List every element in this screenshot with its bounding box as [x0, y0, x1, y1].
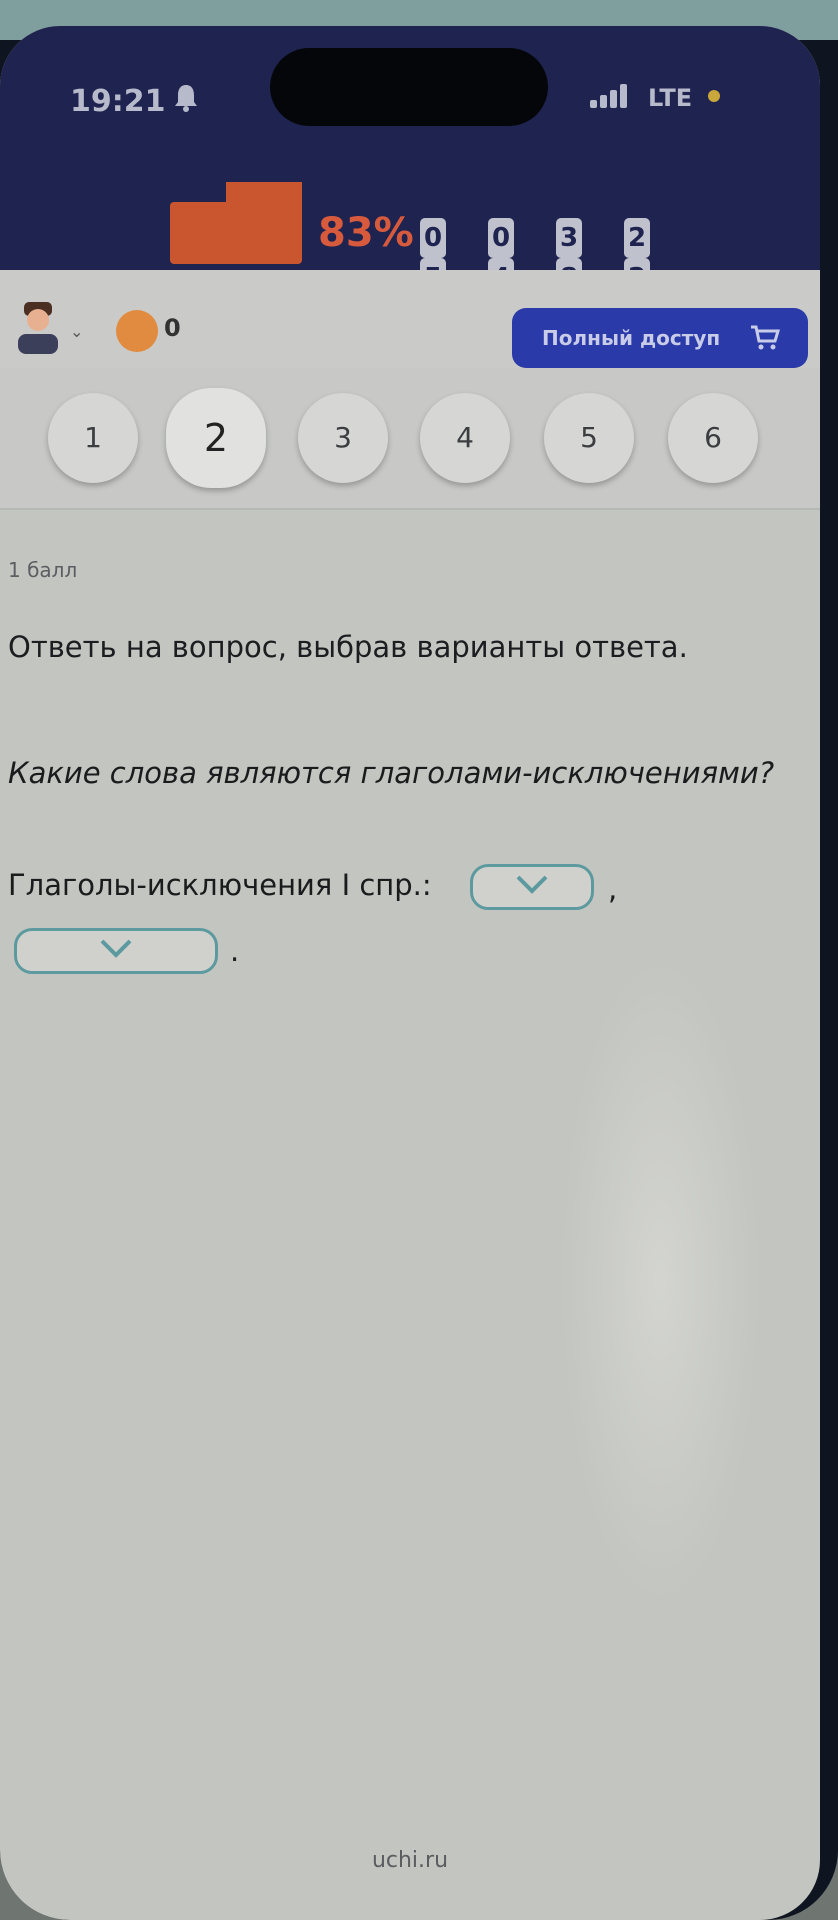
chevron-down-icon [516, 875, 548, 894]
coin-count: 0 [164, 314, 181, 342]
phone-frame: 19:21 LTE 83% 0 5 0 4 [0, 0, 838, 1920]
question-button-6[interactable]: 6 [668, 393, 758, 483]
screen: 19:21 LTE 83% 0 5 0 4 [0, 26, 820, 1920]
promo-badge[interactable] [170, 182, 302, 264]
question-button-2[interactable]: 2 [166, 388, 266, 488]
question-button-4[interactable]: 4 [420, 393, 510, 483]
status-time: 19:21 [70, 84, 166, 119]
network-label: LTE [648, 84, 693, 112]
timer-digit: 3 [556, 218, 582, 258]
bell-icon [175, 85, 197, 112]
screen-glare [560, 956, 760, 1606]
footer-site: uchi.ru [371, 1848, 449, 1873]
coin-icon [116, 310, 158, 352]
end-period: . [230, 934, 240, 968]
question-button-3[interactable]: 3 [298, 393, 388, 483]
question-text: Какие слова являются глаголами-исключени… [8, 756, 775, 790]
signal-icon [590, 82, 630, 108]
question-button-5[interactable]: 5 [544, 393, 634, 483]
full-access-label: Полный доступ [542, 326, 721, 350]
answer-label: Глаголы-исключения I спр.: [8, 868, 432, 902]
full-access-button[interactable]: Полный доступ [512, 308, 808, 368]
separator-comma: , [608, 872, 618, 906]
promo-percent: 83% [318, 210, 414, 256]
question-navigation: 1 2 3 4 5 6 [0, 368, 820, 510]
dynamic-island [270, 48, 548, 126]
indicator-dot [708, 90, 720, 102]
top-banner: 19:21 LTE 83% 05 04 [0, 26, 820, 298]
timer-digit: 0 [420, 218, 446, 258]
cart-icon [751, 325, 780, 350]
task-instruction: Ответь на вопрос, выбрав варианты ответа… [8, 630, 688, 664]
chevron-down-icon [100, 939, 132, 958]
answer-dropdown-2[interactable] [14, 928, 218, 974]
chevron-down-icon[interactable]: ⌄ [70, 322, 83, 341]
question-button-1[interactable]: 1 [48, 393, 138, 483]
points-label: 1 балл [8, 558, 78, 582]
answer-dropdown-1[interactable] [470, 864, 594, 910]
timer-digit: 0 [488, 218, 514, 258]
timer-digit: 2 [624, 218, 650, 258]
avatar-icon[interactable] [14, 300, 62, 354]
